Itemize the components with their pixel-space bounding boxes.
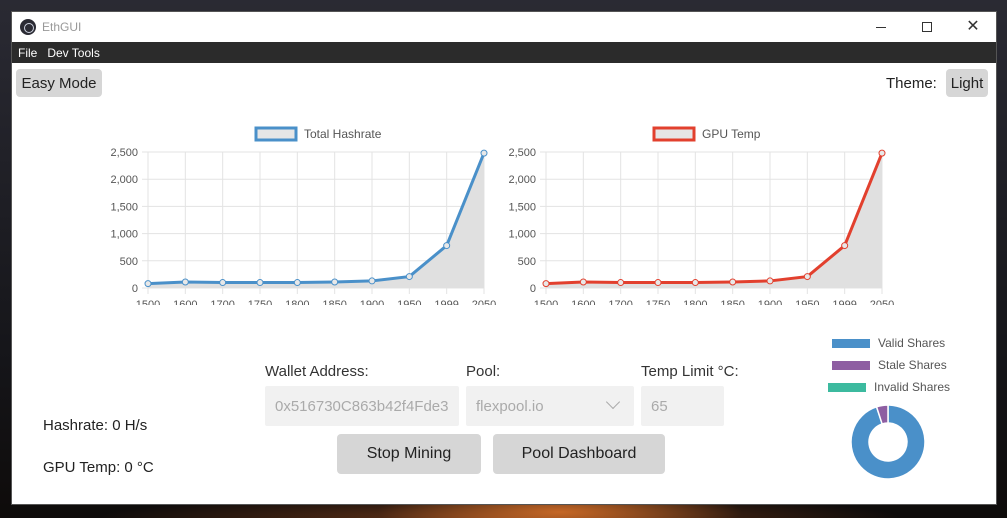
x-tick-label: 1600 [571, 299, 595, 305]
temp-limit-input[interactable]: 65 [641, 386, 724, 426]
maximize-icon [922, 22, 932, 32]
x-tick-label: 2050 [870, 299, 894, 305]
legend-swatch-0 [254, 126, 298, 142]
data-point [766, 277, 774, 285]
x-tick-label: 1850 [322, 299, 346, 305]
data-point [405, 273, 413, 281]
legend-label-1: GPU Temp [702, 127, 761, 141]
menu-bar: File Dev Tools [12, 42, 996, 63]
data-point [181, 278, 189, 286]
x-tick-label: 1700 [608, 299, 632, 305]
x-tick-label: 1999 [434, 299, 458, 305]
data-point [841, 242, 849, 250]
legend-swatch-1 [652, 126, 696, 142]
x-tick-label: 1750 [248, 299, 272, 305]
pool-label: Pool: [466, 363, 501, 380]
data-point [219, 279, 227, 287]
x-tick-label: 1950 [397, 299, 421, 305]
wallet-label: Wallet Address: [265, 363, 369, 380]
temp-limit-label: Temp Limit °C: [641, 363, 739, 380]
maximize-button[interactable] [904, 12, 950, 42]
shares-donut-chart [850, 404, 926, 480]
x-tick-label: 1800 [683, 299, 707, 305]
y-tick-label: 2,500 [110, 147, 138, 159]
data-point [480, 149, 488, 157]
legend-invalid-shares: Invalid Shares [828, 380, 950, 394]
y-tick-label: 1,000 [508, 229, 536, 241]
theme-toggle-button[interactable]: Light [946, 69, 988, 97]
data-point [293, 279, 301, 287]
data-point [368, 277, 376, 285]
stop-mining-button[interactable]: Stop Mining [337, 434, 481, 474]
x-tick-label: 1800 [285, 299, 309, 305]
title-bar: EthGUI ✕ [12, 12, 996, 42]
stale-shares-swatch [832, 360, 870, 370]
y-tick-label: 500 [518, 256, 536, 268]
gpu-temp-chart: GPU Temp 0 500 1,000 1,500 2,000 2,500 1500 1600… [508, 126, 894, 305]
legend-label-0: Total Hashrate [304, 127, 382, 141]
data-point [443, 242, 451, 250]
x-tick-label: 1700 [210, 299, 234, 305]
wallet-address-input[interactable]: 0x516730C863b42f4Fde3 [265, 386, 459, 426]
data-point [691, 279, 699, 287]
menu-dev-tools[interactable]: Dev Tools [47, 46, 99, 60]
y-tick-label: 1,500 [508, 201, 536, 213]
x-tick-label: 1850 [720, 299, 744, 305]
theme-label: Theme: [886, 75, 937, 92]
x-tick-label: 1950 [795, 299, 819, 305]
legend-stale-shares: Stale Shares [832, 358, 947, 372]
y-tick-label: 2,500 [508, 147, 536, 159]
series-area [546, 153, 882, 288]
y-tick-label: 0 [132, 283, 138, 295]
app-window: EthGUI ✕ File Dev Tools Easy Mode Theme:… [12, 12, 996, 504]
x-tick-label: 1500 [534, 299, 558, 305]
x-tick-label: 1500 [136, 299, 160, 305]
minimize-icon [876, 26, 886, 28]
window-title: EthGUI [42, 20, 82, 34]
pool-dashboard-button[interactable]: Pool Dashboard [493, 434, 665, 474]
x-tick-label: 1900 [758, 299, 782, 305]
x-tick-label: 1750 [646, 299, 670, 305]
hashrate-readout: Hashrate: 0 H/s [43, 417, 148, 434]
y-tick-label: 1,000 [110, 229, 138, 241]
stale-shares-label: Stale Shares [878, 358, 947, 372]
hashrate-chart: Total Hashrate 0 500 1,000 1,500 2,000 2,500 15… [110, 126, 496, 305]
y-tick-label: 1,500 [110, 201, 138, 213]
data-point [617, 279, 625, 287]
minimize-button[interactable] [858, 12, 904, 42]
close-button[interactable]: ✕ [950, 12, 996, 42]
gpu-temp-readout: GPU Temp: 0 °C [43, 459, 154, 476]
x-tick-label: 1999 [832, 299, 856, 305]
valid-shares-label: Valid Shares [878, 336, 946, 350]
legend-valid-shares: Valid Shares [832, 336, 945, 350]
data-point [331, 278, 339, 286]
data-point [256, 279, 264, 287]
pool-select[interactable]: flexpool.io [466, 386, 634, 426]
data-point [878, 149, 886, 157]
pool-select-value: flexpool.io [476, 397, 544, 415]
easy-mode-button[interactable]: Easy Mode [16, 69, 102, 97]
series-area [148, 153, 484, 288]
y-tick-label: 0 [530, 283, 536, 295]
data-point [729, 278, 737, 286]
y-tick-label: 500 [120, 256, 138, 268]
data-point [654, 279, 662, 287]
app-logo-icon [20, 19, 36, 35]
valid-shares-swatch [832, 338, 870, 348]
data-point [144, 280, 152, 288]
menu-file[interactable]: File [18, 46, 37, 60]
invalid-shares-label: Invalid Shares [874, 380, 951, 394]
y-tick-label: 2,000 [110, 174, 138, 186]
x-tick-label: 1600 [173, 299, 197, 305]
chevron-down-icon [605, 394, 621, 410]
close-icon: ✕ [966, 18, 980, 35]
data-point [579, 278, 587, 286]
invalid-shares-swatch [828, 382, 866, 392]
data-point [803, 273, 811, 281]
x-tick-label: 1900 [360, 299, 384, 305]
y-tick-label: 2,000 [508, 174, 536, 186]
data-point [542, 280, 550, 288]
